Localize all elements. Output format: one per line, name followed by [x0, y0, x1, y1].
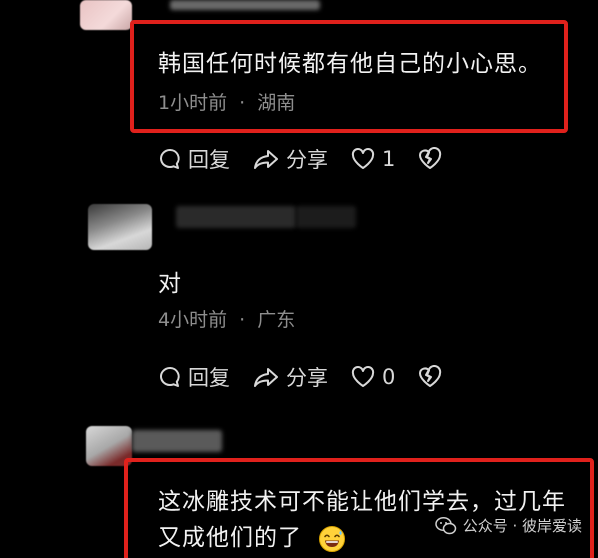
- comment-text: 韩国任何时候都有他自己的小心思。: [158, 51, 542, 77]
- comment-text: 对: [158, 271, 182, 297]
- dislike-icon: [419, 147, 442, 169]
- share-button[interactable]: 分享: [252, 144, 328, 174]
- comment-text-line-1: 这冰雕技术可不能让他们学去，过几年: [158, 489, 566, 515]
- reply-icon: [160, 148, 180, 169]
- share-icon: [254, 150, 278, 169]
- share-label: 分享: [286, 148, 328, 172]
- username-blurred[interactable]: [296, 206, 356, 228]
- meta-separator: ·: [239, 92, 246, 114]
- like-count: 0: [382, 365, 396, 389]
- avatar[interactable]: [88, 204, 152, 250]
- heart-icon: [351, 148, 375, 169]
- heart-icon: [351, 366, 375, 387]
- username-blurred[interactable]: [132, 430, 222, 452]
- avatar[interactable]: [80, 0, 132, 30]
- reply-label: 回复: [188, 148, 230, 172]
- comment-actions: 回复 分享 0: [158, 362, 471, 392]
- laughing-sweat-emoji: [319, 525, 346, 552]
- share-icon: [254, 368, 278, 387]
- meta-separator: ·: [239, 309, 246, 331]
- wechat-icon: [434, 516, 456, 534]
- dislike-button[interactable]: [417, 365, 449, 389]
- username-blurred[interactable]: [170, 0, 320, 10]
- comment-actions: 回复 分享 1: [158, 144, 471, 174]
- watermark: 公众号 · 彼岸爱读: [434, 515, 582, 536]
- comment-time: 4小时前: [158, 309, 228, 331]
- reply-button[interactable]: 回复: [158, 362, 230, 392]
- like-button[interactable]: 1: [350, 147, 395, 171]
- like-count: 1: [382, 147, 396, 171]
- comment-location: 湖南: [257, 92, 296, 114]
- comment-text-line-2-text: 又成他们的了: [158, 525, 302, 551]
- reply-icon: [160, 366, 180, 387]
- watermark-text: 公众号 · 彼岸爱读: [462, 517, 582, 535]
- comment-time: 1小时前: [158, 92, 228, 114]
- share-label: 分享: [286, 366, 328, 390]
- comment-meta: 1小时前 · 湖南: [158, 88, 295, 115]
- dislike-button[interactable]: [417, 147, 449, 171]
- dislike-icon: [419, 365, 442, 387]
- reply-label: 回复: [188, 366, 230, 390]
- comment-location: 广东: [257, 309, 296, 331]
- username-blurred[interactable]: [176, 206, 296, 228]
- reply-button[interactable]: 回复: [158, 144, 230, 174]
- comment-text-line-2: 又成他们的了: [158, 518, 346, 553]
- like-button[interactable]: 0: [350, 365, 395, 389]
- comment-meta: 4小时前 · 广东: [158, 305, 295, 332]
- share-button[interactable]: 分享: [252, 362, 328, 392]
